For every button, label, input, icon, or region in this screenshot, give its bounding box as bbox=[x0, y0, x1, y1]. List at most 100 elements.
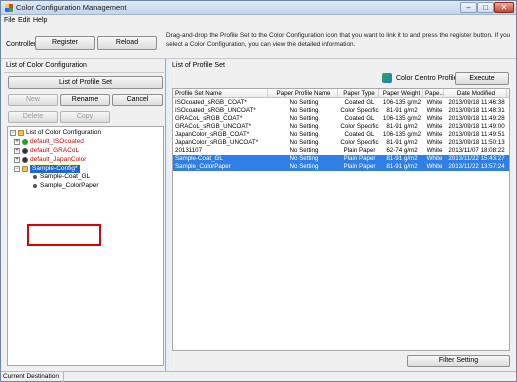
tree-item-default-japancolor[interactable]: default_JapanColor bbox=[30, 156, 86, 164]
register-button[interactable]: Register bbox=[35, 36, 95, 50]
table-cell: ISOcoated_sRGB_COAT* bbox=[175, 99, 247, 106]
list-of-profile-set-button[interactable]: List of Profile Set bbox=[8, 76, 163, 89]
menu-help[interactable]: Help bbox=[33, 17, 47, 24]
table-cell: White bbox=[426, 131, 443, 138]
table-cell: No Setting bbox=[289, 123, 319, 130]
table-cell: Plain Paper bbox=[343, 155, 376, 162]
table-cell: 2013/11/22 15:43:27 bbox=[448, 155, 505, 162]
configuration-icon bbox=[22, 139, 28, 145]
table-cell: 81-91 g/m2 bbox=[386, 139, 418, 146]
tree-item-sample-coat-gl[interactable]: Sample-Coat_GL bbox=[40, 173, 90, 181]
table-row[interactable]: GRACoL_sRGB_UNCOAT* No Setting Color Speci… bbox=[173, 123, 509, 131]
table-cell: 106-135 g/m2 bbox=[382, 131, 422, 138]
table-cell: 2013/11/22 13:57:24 bbox=[448, 163, 505, 170]
column-header[interactable]: Date Modified bbox=[446, 89, 507, 98]
color-centro-icon bbox=[382, 73, 392, 83]
table-cell: White bbox=[426, 139, 443, 146]
table-cell: Coated GL bbox=[344, 115, 375, 122]
table-row[interactable]: ISOcoated_sRGB_UNCOAT* No Setting Color Sp… bbox=[173, 107, 509, 115]
expand-icon[interactable]: + bbox=[14, 157, 20, 163]
expand-icon[interactable]: + bbox=[14, 148, 20, 154]
menu-bar: File Edit Help bbox=[1, 15, 516, 27]
tree-item-sample-colorpaper[interactable]: Sample_ColorPaper bbox=[40, 182, 99, 190]
table-cell: White bbox=[426, 155, 443, 162]
profile-set-icon bbox=[33, 184, 37, 188]
minimize-button[interactable]: – bbox=[460, 2, 477, 13]
table-cell: Color Specific bbox=[340, 123, 379, 130]
menu-file[interactable]: File bbox=[4, 17, 15, 24]
table-cell: 81-91 g/m2 bbox=[386, 155, 418, 162]
table-cell: ISOcoated_sRGB_UNCOAT* bbox=[175, 107, 256, 114]
table-cell: No Setting bbox=[289, 155, 319, 162]
table-cell: Coated GL bbox=[344, 131, 375, 138]
new-button[interactable]: New bbox=[8, 94, 58, 106]
table-cell: No Setting bbox=[289, 139, 319, 146]
window-title: Color Configuration Management bbox=[16, 3, 127, 12]
table-cell: No Setting bbox=[289, 99, 319, 106]
table-cell: 2013/09/18 11:49:00 bbox=[448, 123, 505, 130]
status-bar: Current Destination bbox=[1, 371, 516, 382]
collapse-icon[interactable]: − bbox=[10, 130, 16, 136]
table-row[interactable]: JapanColor_sRGB_UNCOAT* No Setting Color S… bbox=[173, 139, 509, 147]
color-configuration-pane: List of Color Configuration List of Prof… bbox=[2, 59, 166, 371]
profile-set-table[interactable]: Profile Set Name Paper Profile Name Pape… bbox=[172, 88, 510, 351]
table-cell: 81-91 g/m2 bbox=[386, 163, 418, 170]
table-cell: Sample_ColorPaper bbox=[175, 163, 231, 170]
table-cell: 2013/09/18 11:49:28 bbox=[448, 115, 505, 122]
table-cell: 62-74 g/m2 bbox=[386, 147, 418, 154]
table-cell: White bbox=[426, 163, 443, 170]
column-header[interactable]: Profile Set Name bbox=[175, 89, 268, 98]
color-configuration-header: List of Color Configuration bbox=[6, 62, 87, 69]
close-button[interactable]: ✕ bbox=[494, 2, 514, 13]
table-cell: No Setting bbox=[289, 163, 319, 170]
menu-edit[interactable]: Edit bbox=[18, 17, 30, 24]
rename-button[interactable]: Rename bbox=[60, 94, 110, 106]
table-cell: Plain Paper bbox=[343, 147, 376, 154]
table-header: Profile Set Name Paper Profile Name Pape… bbox=[173, 89, 509, 98]
color-centro-label: Color Centro Profiler : bbox=[396, 75, 464, 82]
profile-set-pane: List of Profile Set Color Centro Profile… bbox=[169, 59, 515, 371]
configuration-icon bbox=[22, 157, 28, 163]
table-row[interactable]: JapanColor_sRGB_COAT* No Setting Coated GL… bbox=[173, 131, 509, 139]
tree-item-sample-config[interactable]: Sample-Config* bbox=[29, 164, 81, 174]
table-cell: Color Specific bbox=[340, 107, 379, 114]
maximize-button[interactable]: □ bbox=[477, 2, 494, 13]
configuration-tree[interactable]: − List of Color Configuration + default_… bbox=[7, 126, 164, 366]
table-cell: 81-91 g/m2 bbox=[386, 123, 418, 130]
expand-icon[interactable]: + bbox=[14, 139, 20, 145]
column-header[interactable]: Paper Weight bbox=[381, 89, 423, 98]
title-bar: Color Configuration Management – □ ✕ bbox=[1, 1, 516, 15]
table-cell: White bbox=[426, 147, 443, 154]
table-cell: JapanColor_sRGB_COAT* bbox=[175, 131, 250, 138]
reload-button[interactable]: Reload bbox=[97, 36, 157, 50]
table-cell: Plain Paper bbox=[343, 163, 376, 170]
divider bbox=[4, 72, 164, 73]
tree-item-default-gracol[interactable]: default_GRACoL bbox=[30, 147, 79, 155]
highlight-annotation bbox=[27, 224, 101, 246]
status-text: Current Destination bbox=[3, 372, 64, 382]
table-cell: White bbox=[426, 115, 443, 122]
collapse-icon[interactable]: − bbox=[14, 166, 20, 172]
column-header[interactable]: Pape... bbox=[425, 89, 444, 98]
table-cell: No Setting bbox=[289, 131, 319, 138]
cancel-button[interactable]: Cancel bbox=[112, 94, 163, 106]
table-row[interactable]: Sample-Coat_GL No Setting Plain Paper 81-91… bbox=[173, 155, 509, 163]
table-row[interactable]: Sample_ColorPaper No Setting Plain Paper 81… bbox=[173, 163, 509, 171]
table-cell: 2013/09/18 11:46:38 bbox=[448, 99, 505, 106]
configuration-icon bbox=[22, 148, 28, 154]
folder-icon bbox=[22, 166, 28, 172]
table-cell: Coated GL bbox=[344, 99, 375, 106]
column-header[interactable]: Paper Type bbox=[340, 89, 379, 98]
tree-root[interactable]: List of Color Configuration bbox=[26, 129, 101, 137]
tree-item-default-isocoated[interactable]: default_ISOcoated bbox=[30, 138, 84, 146]
column-header[interactable]: Paper Profile Name bbox=[270, 89, 338, 98]
table-row[interactable]: ISOcoated_sRGB_COAT* No Setting Coated GL 1… bbox=[173, 99, 509, 107]
copy-button[interactable]: Copy bbox=[60, 111, 110, 123]
table-cell: 2013/09/18 11:49:51 bbox=[448, 131, 505, 138]
controller-label: Controller bbox=[6, 41, 37, 48]
table-row[interactable]: 20131107 No Setting Plain Paper 62-74 g/m2 W… bbox=[173, 147, 509, 155]
delete-button[interactable]: Delete bbox=[8, 111, 58, 123]
table-row[interactable]: GRACoL_sRGB_COAT* No Setting Coated GL 106-… bbox=[173, 115, 509, 123]
execute-button[interactable]: Execute bbox=[455, 72, 509, 85]
filter-setting-button[interactable]: Filter Setting bbox=[407, 355, 510, 367]
